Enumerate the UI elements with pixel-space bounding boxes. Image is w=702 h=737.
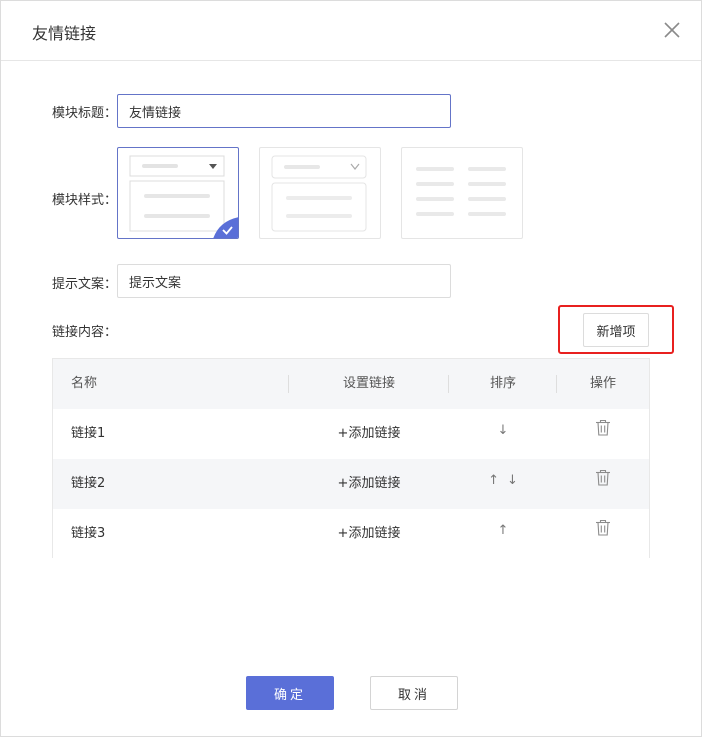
select-style-preview xyxy=(271,155,367,232)
header-op: 操作 xyxy=(589,376,616,391)
op-cell xyxy=(557,409,649,459)
module-title-label: 模块标题： xyxy=(52,106,118,121)
module-title-input[interactable] xyxy=(117,94,451,128)
table-row: 链接1 +添加链接 ↓ xyxy=(53,409,649,459)
row-name: 链接2 xyxy=(71,476,106,491)
sort-cell: ↓ xyxy=(449,409,557,459)
add-link-button[interactable]: +添加链接 xyxy=(289,409,449,459)
up-arrow-icon[interactable]: ↑ xyxy=(488,456,499,506)
style-option-two-column[interactable] xyxy=(401,147,523,239)
style-option-select[interactable] xyxy=(259,147,381,239)
trash-icon[interactable] xyxy=(595,458,611,508)
row-name: 链接3 xyxy=(71,526,106,541)
table-row: 链接3 +添加链接 ↑ xyxy=(53,509,649,559)
dialog-title: 友情链接 xyxy=(32,24,97,43)
sort-cell: ↑ ↓ xyxy=(449,459,557,509)
sort-cell: ↑ xyxy=(449,509,557,559)
op-cell xyxy=(557,459,649,509)
up-arrow-icon[interactable]: ↑ xyxy=(498,506,509,556)
check-icon xyxy=(213,217,238,238)
down-arrow-icon[interactable]: ↓ xyxy=(507,456,518,506)
cancel-button[interactable]: 取消 xyxy=(370,676,458,710)
trash-icon[interactable] xyxy=(595,508,611,558)
dialog-header: 友情链接 xyxy=(1,1,701,61)
confirm-button[interactable]: 确定 xyxy=(246,676,334,710)
friend-links-dialog: 友情链接 模块标题： 模块样式： xyxy=(0,0,702,737)
links-table: 名称 设置链接 排序 操作 链接1 +添加链接 ↓ 链接2 +添加链接 ↑ ↓ … xyxy=(52,358,650,559)
style-option-dropdown[interactable] xyxy=(117,147,239,239)
table-header: 名称 设置链接 排序 操作 xyxy=(53,359,649,409)
hint-text-input[interactable] xyxy=(117,264,451,298)
op-cell xyxy=(557,509,649,559)
row-name: 链接1 xyxy=(71,426,106,441)
two-column-style-preview xyxy=(416,167,506,216)
down-arrow-icon[interactable]: ↓ xyxy=(498,406,509,456)
header-sort: 排序 xyxy=(489,376,516,391)
header-name: 名称 xyxy=(71,376,98,391)
header-link: 设置链接 xyxy=(342,376,395,391)
add-link-button[interactable]: +添加链接 xyxy=(289,459,449,509)
table-row: 链接2 +添加链接 ↑ ↓ xyxy=(53,459,649,509)
hint-text-label: 提示文案： xyxy=(52,277,118,292)
add-link-button[interactable]: +添加链接 xyxy=(289,509,449,559)
add-item-button[interactable]: 新增项 xyxy=(583,313,649,347)
link-content-label: 链接内容： xyxy=(52,325,118,340)
trash-icon[interactable] xyxy=(595,408,611,458)
module-style-label: 模块样式： xyxy=(52,193,118,208)
close-icon[interactable] xyxy=(663,21,681,39)
